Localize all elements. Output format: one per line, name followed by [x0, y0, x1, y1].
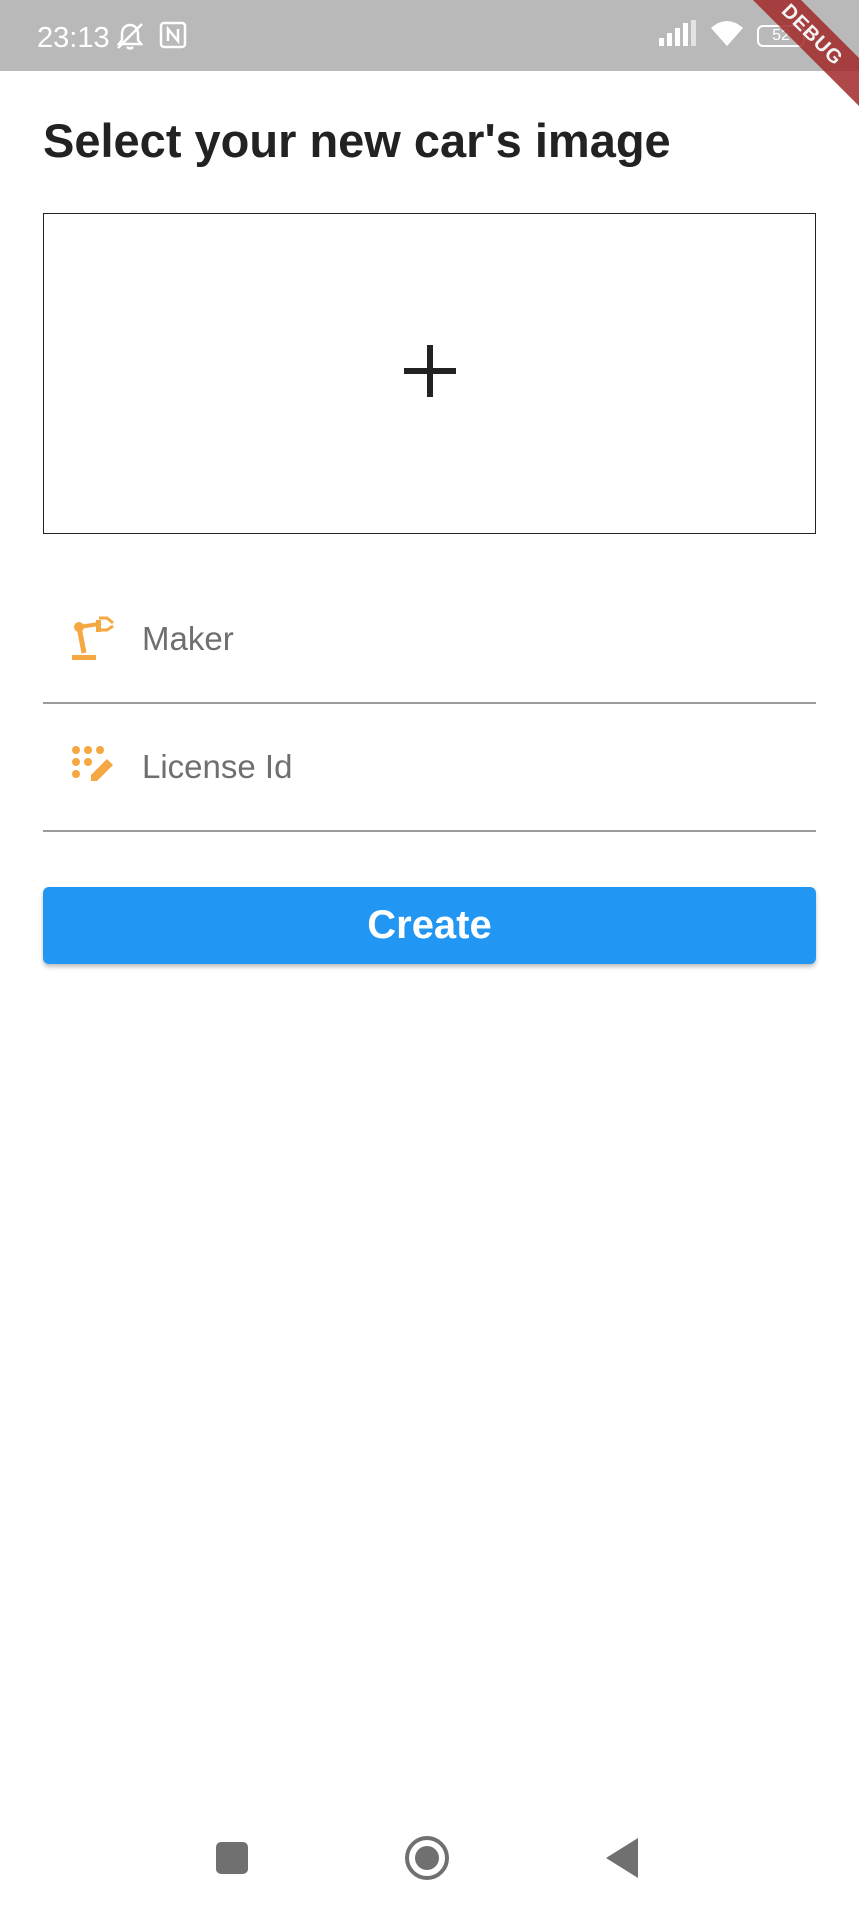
image-picker[interactable]	[43, 213, 816, 534]
wifi-icon	[711, 20, 743, 51]
maker-input[interactable]	[140, 608, 816, 670]
license-input[interactable]	[140, 736, 816, 798]
status-left-icons	[114, 20, 188, 57]
home-icon[interactable]	[399, 1830, 455, 1886]
page-title: Select your new car's image	[43, 114, 671, 167]
maker-field[interactable]	[43, 576, 816, 704]
status-bar: 23:13 52	[0, 0, 859, 71]
nfc-icon	[158, 20, 188, 57]
navigation-bar	[0, 1808, 859, 1908]
recents-icon[interactable]	[204, 1830, 260, 1886]
add-icon	[402, 343, 458, 404]
back-icon[interactable]	[594, 1830, 650, 1886]
create-car-screen: 23:13 52 DEBUG Select your new car's ima…	[0, 0, 859, 1908]
status-time: 23:13	[37, 22, 110, 54]
precision-manufacturing-icon	[68, 614, 118, 664]
silent-mode-icon	[114, 20, 146, 57]
signal-icon	[659, 20, 697, 51]
license-field[interactable]	[43, 704, 816, 832]
create-button[interactable]: Create	[43, 887, 816, 964]
pin-edit-icon	[68, 742, 118, 792]
